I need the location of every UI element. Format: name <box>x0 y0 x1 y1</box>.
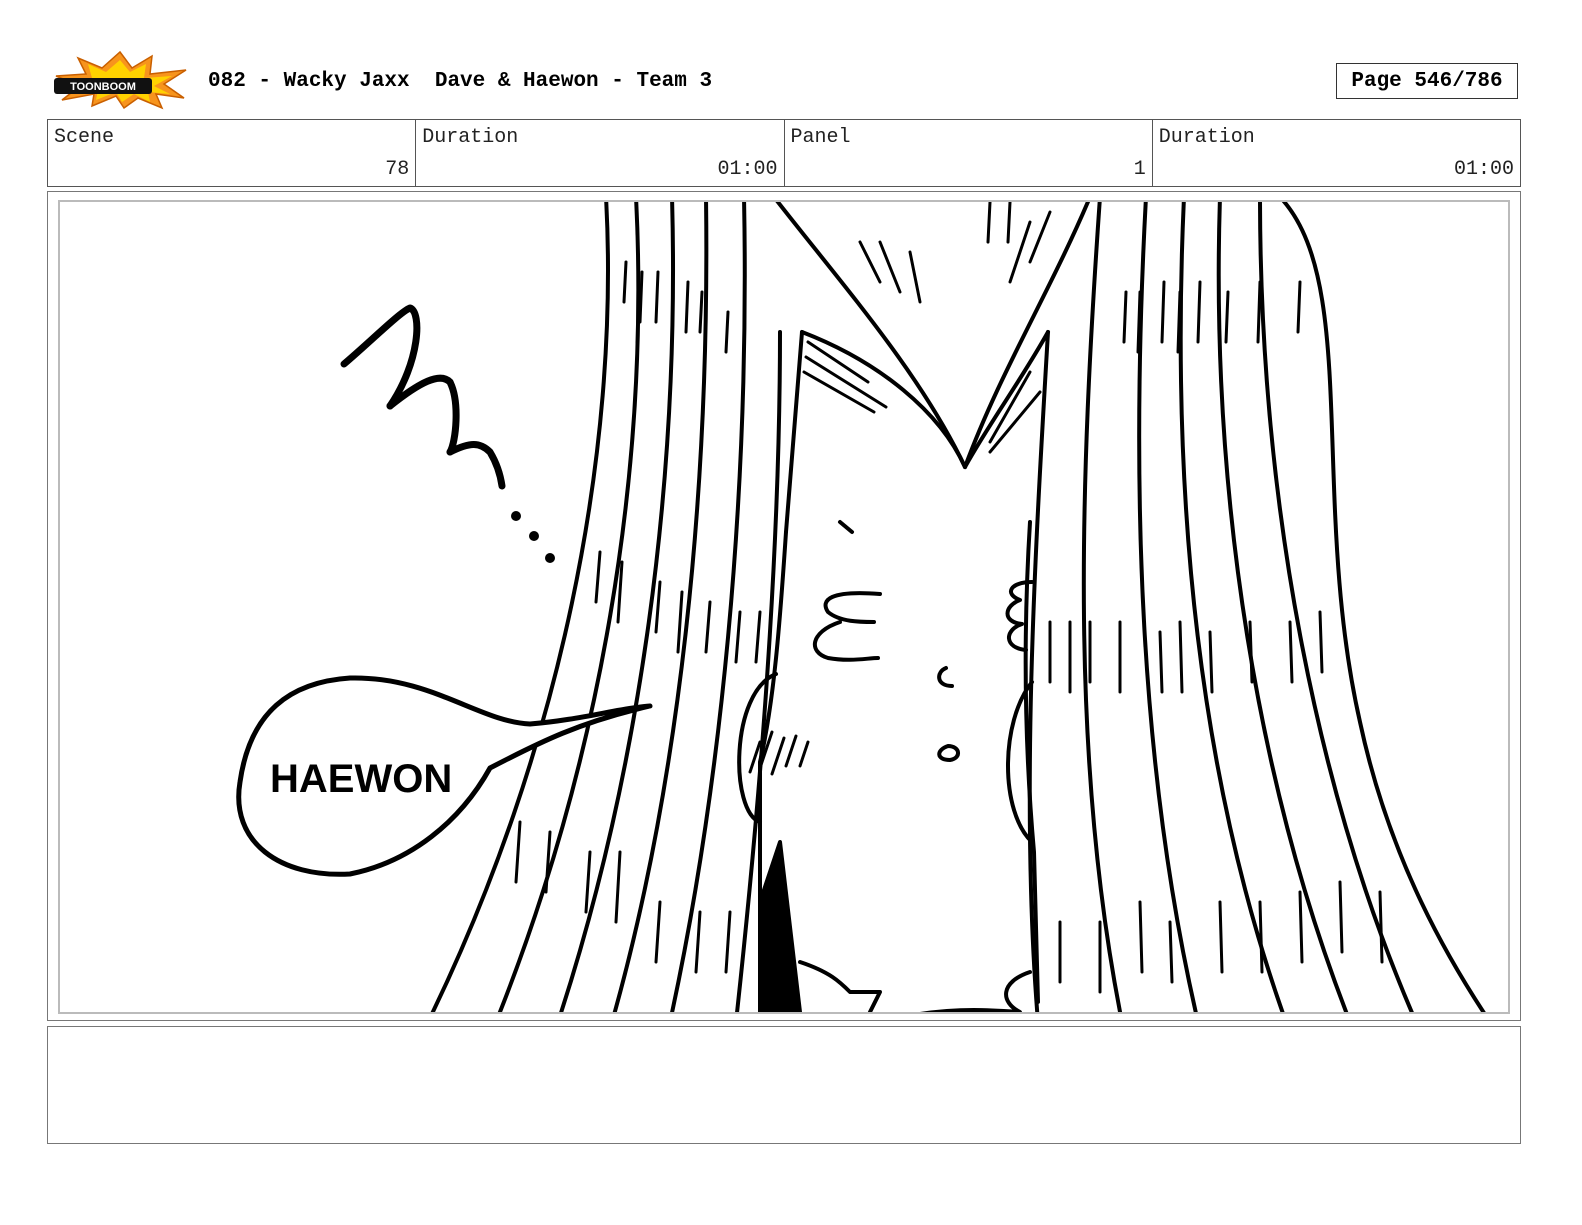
scene-duration-label: Duration <box>422 126 519 149</box>
panel-label: Panel <box>790 126 851 149</box>
face <box>737 520 1040 1012</box>
logo-text: TOONBOOM <box>70 81 136 93</box>
scene-info-bar: Scene 78 Duration 01:00 Panel 1 Duration… <box>47 119 1521 187</box>
scene-duration-value: 01:00 <box>717 158 778 181</box>
scene-value: 78 <box>385 158 410 181</box>
panel-value: 1 <box>1133 158 1146 181</box>
scene-duration-cell: Duration 01:00 <box>416 120 785 186</box>
panel-duration-label: Duration <box>1158 126 1255 149</box>
scene-cell: Scene 78 <box>48 120 417 186</box>
storyboard-title: 082 - Wacky Jaxx Dave & Haewon - Team 3 <box>208 70 713 93</box>
logo-burst-icon: TOONBOOM <box>54 50 187 110</box>
sketch-artwork: HAEWON <box>236 202 1486 1012</box>
toonboom-logo: TOONBOOM <box>52 50 188 110</box>
notes-box <box>47 1026 1521 1144</box>
hair-hatching <box>514 202 1384 994</box>
panel-duration-value: 01:00 <box>1453 158 1514 181</box>
panel-drawing: HAEWON <box>58 200 1510 1014</box>
sfx-dots <box>511 511 555 563</box>
sfx-marks <box>340 304 506 490</box>
panel-duration-cell: Duration 01:00 <box>1153 120 1520 186</box>
scene-label: Scene <box>54 126 115 149</box>
panel-cell: Panel 1 <box>785 120 1153 186</box>
page-counter: Page 546/786 <box>1336 63 1518 99</box>
blush-hatching <box>748 730 810 776</box>
speech-text: HAEWON <box>270 757 452 801</box>
